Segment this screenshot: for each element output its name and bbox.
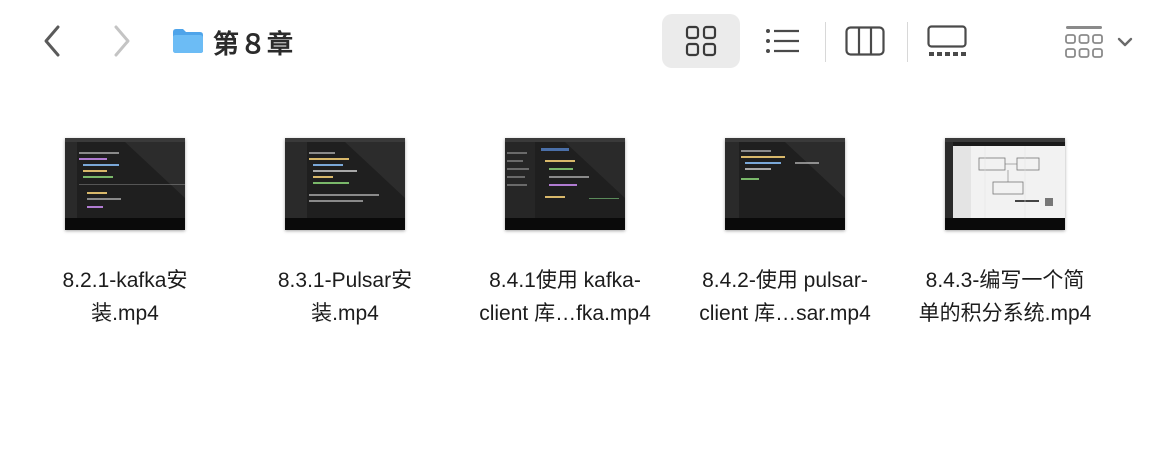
file-name-line: client 库…fka.mp4: [479, 302, 651, 325]
file-item[interactable]: 8.3.1-Pulsar安 装.mp4: [235, 138, 455, 338]
file-name-line: 装.mp4: [311, 302, 379, 325]
file-item[interactable]: 8.4.2-使用 pulsar- client 库…sar.mp4: [675, 138, 895, 338]
file-name-line: 8.4.2-使用 pulsar-: [702, 269, 868, 292]
file-name: 8.4.2-使用 pulsar- client 库…sar.mp4: [675, 264, 895, 330]
file-name: 8.3.1-Pulsar安 装.mp4: [235, 264, 455, 330]
file-name: 8.4.1使用 kafka- client 库…fka.mp4: [455, 264, 675, 330]
video-thumbnail: [65, 138, 185, 230]
file-item[interactable]: 8.2.1-kafka安 装.mp4: [15, 138, 235, 338]
video-thumbnail: [945, 138, 1065, 230]
file-name-line: client 库…sar.mp4: [699, 302, 871, 325]
video-thumbnail: [285, 138, 405, 230]
file-item[interactable]: 8.4.1使用 kafka- client 库…fka.mp4: [455, 138, 675, 338]
file-name-line: 8.4.3-编写一个简: [925, 269, 1085, 292]
file-grid: 8.2.1-kafka安 装.mp4 8.3.1-Pulsar安 装.mp4 8…: [0, 0, 1168, 454]
file-name: 8.2.1-kafka安 装.mp4: [15, 264, 235, 330]
file-name-line: 装.mp4: [91, 302, 159, 325]
video-thumbnail: [505, 138, 625, 230]
file-name-line: 8.4.1使用 kafka-: [489, 269, 641, 292]
file-name-line: 单的积分系统.mp4: [918, 302, 1092, 325]
file-name-line: 8.2.1-kafka安: [62, 269, 188, 292]
video-thumbnail: [725, 138, 845, 230]
file-item[interactable]: 8.4.3-编写一个简 单的积分系统.mp4: [895, 138, 1115, 338]
file-name-line: 8.3.1-Pulsar安: [277, 269, 413, 292]
file-name: 8.4.3-编写一个简 单的积分系统.mp4: [895, 264, 1115, 330]
